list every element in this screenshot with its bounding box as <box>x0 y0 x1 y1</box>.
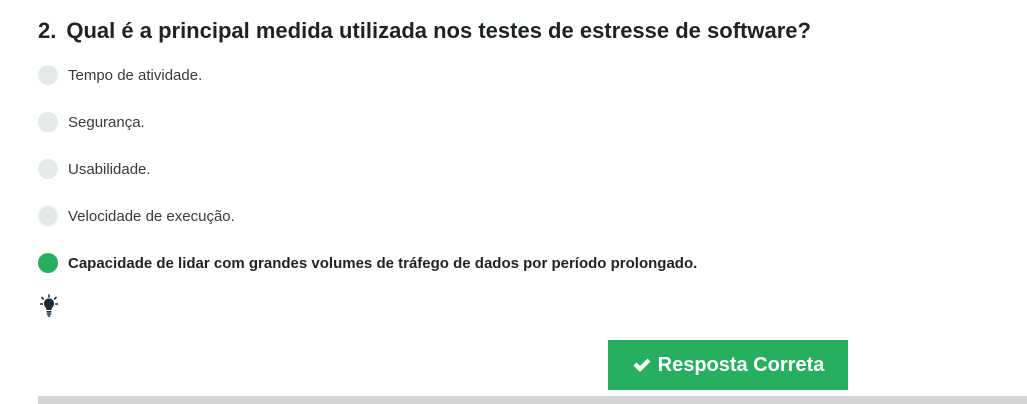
lightbulb-icon[interactable] <box>39 294 59 318</box>
option-label: Capacidade de lidar com grandes volumes … <box>68 254 698 272</box>
question-title: 2. Qual é a principal medida utilizada no… <box>38 18 811 44</box>
option-radio[interactable] <box>38 65 58 85</box>
option-radio-selected[interactable] <box>38 253 58 273</box>
option-label: Velocidade de execução. <box>68 207 235 225</box>
option-4[interactable]: Velocidade de execução. <box>38 205 697 227</box>
option-1[interactable]: Tempo de atividade. <box>38 64 697 86</box>
section-divider <box>38 396 1027 404</box>
option-2[interactable]: Segurança. <box>38 111 697 133</box>
option-radio[interactable] <box>38 159 58 179</box>
correct-answer-label: Resposta Correta <box>657 353 825 376</box>
option-label: Tempo de atividade. <box>68 66 203 84</box>
option-radio[interactable] <box>38 206 58 226</box>
option-label: Segurança. <box>68 113 145 131</box>
option-3[interactable]: Usabilidade. <box>38 158 697 180</box>
correct-answer-button[interactable]: Resposta Correta <box>608 340 848 390</box>
check-icon <box>633 358 651 372</box>
question-number: 2. <box>38 18 57 43</box>
option-label: Usabilidade. <box>68 160 151 178</box>
question-text: Qual é a principal medida utilizada nos … <box>66 18 811 43</box>
option-5-selected[interactable]: Capacidade de lidar com grandes volumes … <box>38 252 697 274</box>
answer-options: Tempo de atividade. Segurança. Usabilida… <box>38 64 697 299</box>
option-radio[interactable] <box>38 112 58 132</box>
